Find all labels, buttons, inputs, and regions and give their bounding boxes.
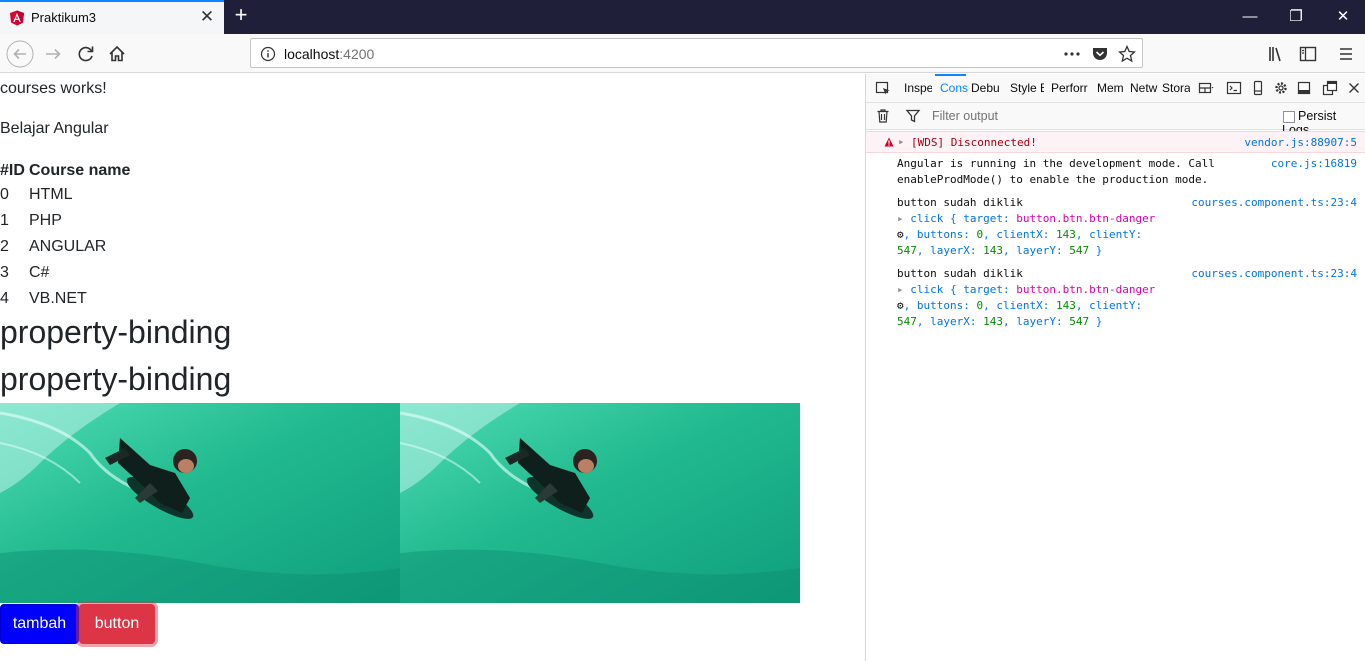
table-row: 1 PHP: [0, 208, 130, 234]
back-icon[interactable]: [6, 40, 34, 68]
tab-performance[interactable]: Perforr: [1051, 81, 1091, 95]
tab-title: Praktikum3: [31, 10, 97, 25]
console-error-message: ▸ [WDS] Disconnected! vendor.js:88907:5: [866, 131, 1365, 153]
forward-icon[interactable]: [40, 40, 68, 68]
event-object-props: 547, layerX: 143, layerY: 547 }: [897, 244, 1103, 257]
url-text[interactable]: localhost:4200: [284, 46, 374, 62]
navigation-toolbar: localhost:4200: [0, 34, 1365, 73]
pocket-icon[interactable]: [1091, 45, 1109, 63]
error-warning-icon: [884, 137, 894, 147]
table-row: 0 HTML: [0, 182, 130, 208]
menu-icon[interactable]: [1332, 40, 1360, 68]
property-binding-heading: property-binding: [0, 314, 232, 350]
sidebar-icon[interactable]: [1294, 40, 1322, 68]
window-close-button[interactable]: ✕: [1334, 8, 1352, 26]
course-name: PHP: [29, 212, 62, 229]
component-status-text: courses works!: [0, 80, 107, 97]
devtools-panel: Inspe Cons Debu Style E Perforr Mem Netw…: [865, 74, 1365, 661]
node-gear-icon: ⚙: [897, 228, 904, 241]
console-log-message: button sudah diklik courses.component.ts…: [866, 265, 1365, 331]
split-console-icon[interactable]: [1226, 80, 1242, 96]
course-name: VB.NET: [29, 290, 87, 307]
minimize-button[interactable]: —: [1241, 8, 1259, 26]
log-text: Angular is running in the development mo…: [897, 157, 1215, 170]
course-id: 0: [0, 186, 9, 203]
separate-window-icon[interactable]: [1322, 80, 1338, 96]
site-info-icon[interactable]: [260, 46, 276, 62]
trash-icon[interactable]: [875, 108, 891, 124]
close-devtools-icon[interactable]: [1346, 80, 1362, 96]
tab-network[interactable]: Netw: [1130, 81, 1158, 95]
active-tab-indicator: [935, 74, 966, 76]
table-row: 2 ANGULAR: [0, 234, 130, 260]
log-text: button sudah diklik: [897, 267, 1023, 280]
event-object-props: ⚙, buttons: 0, clientX: 143, clientY:: [897, 228, 1143, 241]
event-object-props: ⚙, buttons: 0, clientX: 143, clientY:: [897, 299, 1143, 312]
event-object-props: 547, layerX: 143, layerY: 547 }: [897, 315, 1103, 328]
tambah-button[interactable]: tambah: [0, 604, 79, 644]
devtools-tab-bar: Inspe Cons Debu Style E Perforr Mem Netw…: [866, 74, 1365, 103]
tab-debugger[interactable]: Debu: [971, 81, 1004, 95]
bookmark-star-icon[interactable]: [1118, 45, 1136, 63]
responsive-mode-icon[interactable]: [1250, 80, 1266, 96]
tab-strip: Praktikum3 ✕ + — ❐ ✕: [0, 0, 1365, 34]
page-actions-icon[interactable]: [1063, 45, 1081, 63]
tab-storage[interactable]: Stora: [1162, 81, 1190, 95]
surfer-image: [400, 403, 800, 603]
course-name: ANGULAR: [29, 238, 107, 255]
layout-toggle-icon[interactable]: [1198, 80, 1214, 96]
table-row: 3 C#: [0, 260, 130, 286]
event-object-summary[interactable]: ▸ click { target: button.btn.btn-danger: [897, 212, 1155, 225]
course-id: 2: [0, 238, 9, 255]
new-tab-button[interactable]: +: [230, 4, 252, 27]
page-content: courses works! Belajar Angular #ID Cours…: [0, 74, 865, 661]
table-row: 4 VB.NET: [0, 286, 130, 312]
course-id: 4: [0, 290, 9, 307]
settings-gear-icon[interactable]: [1273, 80, 1289, 96]
property-binding-heading: property-binding: [0, 361, 232, 397]
library-icon[interactable]: [1262, 40, 1290, 68]
column-header-id: #ID: [0, 162, 25, 179]
expand-arrow-icon[interactable]: ▸: [897, 283, 910, 296]
event-object-summary[interactable]: ▸ click { target: button.btn.btn-danger: [897, 283, 1155, 296]
log-text: button sudah diklik: [897, 196, 1023, 209]
tab-memory[interactable]: Mem: [1097, 81, 1125, 95]
filter-funnel-icon[interactable]: [905, 108, 921, 124]
element-picker-icon[interactable]: [875, 80, 891, 96]
console-log-message: Angular is running in the development mo…: [866, 155, 1365, 189]
tab-inspector[interactable]: Inspe: [904, 81, 932, 95]
page-subtitle: Belajar Angular: [0, 120, 109, 137]
reload-icon[interactable]: [72, 40, 100, 68]
browser-tab[interactable]: Praktikum3 ✕: [0, 0, 224, 34]
error-source-link[interactable]: vendor.js:88907:5: [1244, 136, 1357, 149]
tab-console[interactable]: Cons: [940, 81, 968, 95]
log-source-link[interactable]: courses.component.ts:23:4: [1191, 267, 1357, 280]
tab-style-editor[interactable]: Style E: [1010, 81, 1044, 95]
dock-bottom-icon[interactable]: [1296, 80, 1312, 96]
tab-close-icon[interactable]: ✕: [198, 8, 216, 26]
courses-table: #ID Course name 0 HTML 1 PHP 2 ANGULAR 3…: [0, 160, 130, 312]
expand-arrow-icon[interactable]: ▸: [898, 135, 905, 148]
home-icon[interactable]: [103, 40, 131, 68]
url-bar[interactable]: localhost:4200: [250, 38, 1143, 68]
node-gear-icon: ⚙: [897, 299, 904, 312]
console-log-message: button sudah diklik courses.component.ts…: [866, 194, 1365, 260]
filter-output-input[interactable]: Filter output: [932, 109, 998, 123]
log-source-link[interactable]: courses.component.ts:23:4: [1191, 196, 1357, 209]
danger-button[interactable]: button: [79, 604, 155, 644]
restore-button[interactable]: ❐: [1287, 8, 1305, 26]
surfer-image: [0, 403, 400, 603]
course-id: 1: [0, 212, 9, 229]
log-text: enableProdMode() to enable the productio…: [897, 173, 1209, 186]
table-header-row: #ID Course name: [0, 160, 130, 182]
course-name: C#: [29, 264, 50, 281]
course-id: 3: [0, 264, 9, 281]
expand-arrow-icon[interactable]: ▸: [897, 212, 910, 225]
course-name: HTML: [29, 186, 73, 203]
angular-favicon-icon: [10, 10, 24, 26]
console-filter-bar: Filter output Persist Logs: [866, 103, 1365, 137]
log-source-link[interactable]: core.js:16819: [1271, 157, 1357, 170]
column-header-course-name: Course name: [29, 162, 131, 179]
error-text: [WDS] Disconnected!: [911, 136, 1037, 149]
